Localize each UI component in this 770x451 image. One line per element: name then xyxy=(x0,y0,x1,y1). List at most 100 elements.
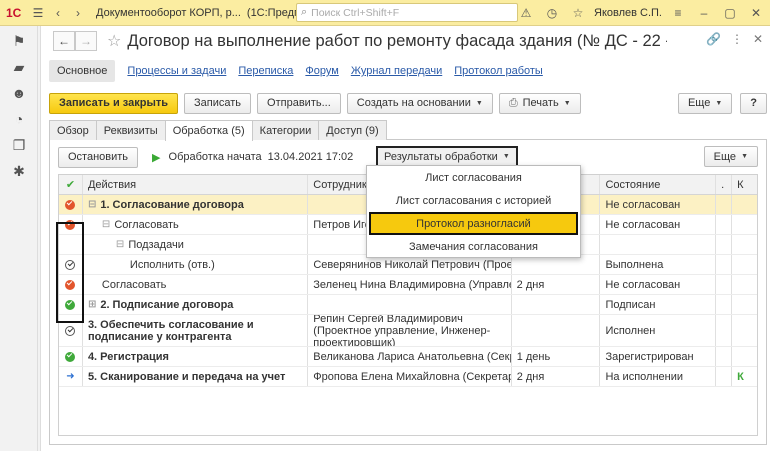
process-icon[interactable]: ◔ xyxy=(0,106,38,132)
action-cell[interactable]: ⊟ Подзадачи xyxy=(83,235,309,254)
check-icon: ✔ xyxy=(65,179,76,191)
results-label: Результаты обработки xyxy=(384,150,498,163)
save-and-close-button[interactable]: Записать и закрыть xyxy=(49,92,179,114)
col-extra[interactable]: . xyxy=(716,175,733,194)
table-row[interactable]: 4. Регистрация Великанова Лариса Анатолье… xyxy=(59,347,757,367)
stop-button[interactable]: Остановить xyxy=(58,146,139,168)
history-icon[interactable]: ◷ xyxy=(542,6,562,20)
print-button[interactable]: ⎙ Печать ▼ xyxy=(498,92,581,114)
k-cell xyxy=(732,215,757,234)
chevron-down-icon: ▼ xyxy=(715,99,723,107)
employee-cell xyxy=(308,295,512,314)
forward-icon[interactable]: › xyxy=(68,6,88,20)
users-icon[interactable]: ☻ xyxy=(0,80,38,106)
link-icon[interactable]: 🔗 xyxy=(706,32,721,46)
minimize-icon[interactable]: – xyxy=(694,6,714,20)
nav-back-button[interactable]: ← xyxy=(53,31,75,51)
tab-work-log[interactable]: Протокол работы xyxy=(454,65,543,77)
tree-toggle-icon[interactable]: ⊟ xyxy=(116,239,124,250)
current-user[interactable]: Яковлев С.П. xyxy=(594,7,662,19)
create-based-button[interactable]: Создать на основании ▼ xyxy=(346,92,493,114)
help-button[interactable]: ? xyxy=(740,92,767,114)
processing-results-button[interactable]: Результаты обработки ▼ xyxy=(376,146,518,167)
table-row[interactable]: ➜ 5. Сканирование и передача на учет Фропо… xyxy=(59,367,757,387)
back-icon[interactable]: ‹ xyxy=(48,6,68,20)
folder-icon[interactable]: ▰ xyxy=(0,54,38,80)
tab-categories[interactable]: Категории xyxy=(251,120,320,140)
save-button[interactable]: Записать xyxy=(184,92,252,114)
tab-forum[interactable]: Форум xyxy=(305,65,338,77)
tab-processing[interactable]: Обработка (5) xyxy=(164,120,253,141)
action-cell[interactable]: 3. Обеспечить согласование и подписание … xyxy=(83,315,309,346)
table-row[interactable]: Исполнить (отв.) Северянинов Николай Петр… xyxy=(59,255,757,275)
global-search-input[interactable]: ⌕ Поиск Ctrl+Shift+F xyxy=(296,3,518,22)
tree-toggle-icon[interactable]: ⊟ xyxy=(102,219,110,230)
tab-processes[interactable]: Процессы и задачи xyxy=(127,65,226,77)
menu-item-approval-sheet[interactable]: Лист согласования xyxy=(367,166,580,189)
menu-item-approval-sheet-history[interactable]: Лист согласования с историей xyxy=(367,189,580,212)
action-label: Подзадачи xyxy=(128,238,184,251)
menu-item-approval-remarks[interactable]: Замечания согласования xyxy=(367,235,580,258)
settings-menu-icon[interactable]: ≡ xyxy=(668,6,688,20)
employee-cell: Фропова Елена Михайловна (Секретари... xyxy=(308,367,512,386)
close-icon[interactable]: ✕ xyxy=(746,6,766,20)
term-cell: 2 дня xyxy=(512,275,601,294)
tab-overview[interactable]: Обзор xyxy=(49,120,97,140)
action-cell[interactable]: 5. Сканирование и передача на учет xyxy=(83,367,309,386)
nav-forward-button[interactable]: → xyxy=(75,31,97,51)
gear-icon[interactable]: ✱ xyxy=(0,158,38,184)
tab-correspondence[interactable]: Переписка xyxy=(238,65,293,77)
extra-cell xyxy=(716,347,733,366)
tab-attributes[interactable]: Реквизиты xyxy=(95,120,166,140)
state-cell: На исполнении xyxy=(600,367,717,386)
app-logo: 1С xyxy=(6,5,22,20)
table-row[interactable]: 3. Обеспечить согласование и подписание … xyxy=(59,315,757,347)
app-title-bar: 1С ☰ ‹ › Документооборот КОРП, р... (1С:… xyxy=(0,0,770,26)
tree-toggle-icon[interactable]: ⊟ xyxy=(88,199,96,210)
term-cell xyxy=(512,295,601,314)
action-cell[interactable]: 4. Регистрация xyxy=(83,347,309,366)
window-close-icon[interactable]: ✕ xyxy=(753,32,763,46)
state-cell: Не согласован xyxy=(600,215,717,234)
more-button[interactable]: Еще ▼ xyxy=(677,92,733,114)
menu-icon[interactable]: ☰ xyxy=(28,6,48,20)
state-cell: Подписан xyxy=(600,295,717,314)
more-vertical-icon[interactable]: ⋮ xyxy=(731,32,743,46)
employee-cell: Зеленец Нина Владимировна (Управлен... xyxy=(308,275,512,294)
star-icon[interactable]: ☆ xyxy=(107,31,121,51)
processing-status: Обработка начата xyxy=(168,151,262,163)
documents-icon[interactable]: ❐ xyxy=(0,132,38,158)
chevron-down-icon: ▼ xyxy=(563,99,571,107)
action-label: 4. Регистрация xyxy=(87,350,169,363)
employee-cell: Репин Сергей Владимирович (Проектное упр… xyxy=(308,315,512,346)
table-row[interactable]: Согласовать Зеленец Нина Владимировна (Уп… xyxy=(59,275,757,295)
action-cell[interactable]: Исполнить (отв.) xyxy=(83,255,309,274)
table-row[interactable]: ⊞ 2. Подписание договора Подписан xyxy=(59,295,757,315)
favorites-icon[interactable]: ☆ xyxy=(568,6,588,20)
grid-more-button[interactable]: Еще ▼ xyxy=(703,146,758,167)
col-actions[interactable]: Действия xyxy=(83,175,309,194)
notification-icon[interactable]: ⚠ xyxy=(516,6,536,20)
tree-toggle-icon[interactable]: ⊞ xyxy=(88,299,96,310)
extra-cell xyxy=(716,275,733,294)
action-cell[interactable]: ⊟ 1. Согласование договора xyxy=(83,195,309,214)
tab-access[interactable]: Доступ (9) xyxy=(318,120,387,140)
maximize-icon[interactable]: ▢ xyxy=(720,6,740,20)
send-button[interactable]: Отправить... xyxy=(257,92,341,114)
flag-icon[interactable]: ⚑ xyxy=(0,28,38,54)
col-k[interactable]: К xyxy=(732,175,757,194)
state-cell: Не согласован xyxy=(600,275,717,294)
tab-transfer-log[interactable]: Журнал передачи xyxy=(351,65,442,77)
state-cell xyxy=(600,235,717,254)
tab-main[interactable]: Основное xyxy=(49,60,116,82)
status-red-icon xyxy=(65,199,76,210)
action-cell[interactable]: Согласовать xyxy=(83,275,309,294)
status-cell xyxy=(59,275,83,294)
menu-item-disagreement-protocol[interactable]: Протокол разногласий xyxy=(369,212,578,235)
status-cell xyxy=(59,295,83,314)
status-cell xyxy=(59,195,83,214)
term-cell: 2 дня xyxy=(512,367,601,386)
col-state[interactable]: Состояние xyxy=(600,175,717,194)
action-cell[interactable]: ⊟ Согласовать xyxy=(83,215,309,234)
action-cell[interactable]: ⊞ 2. Подписание договора xyxy=(83,295,309,314)
